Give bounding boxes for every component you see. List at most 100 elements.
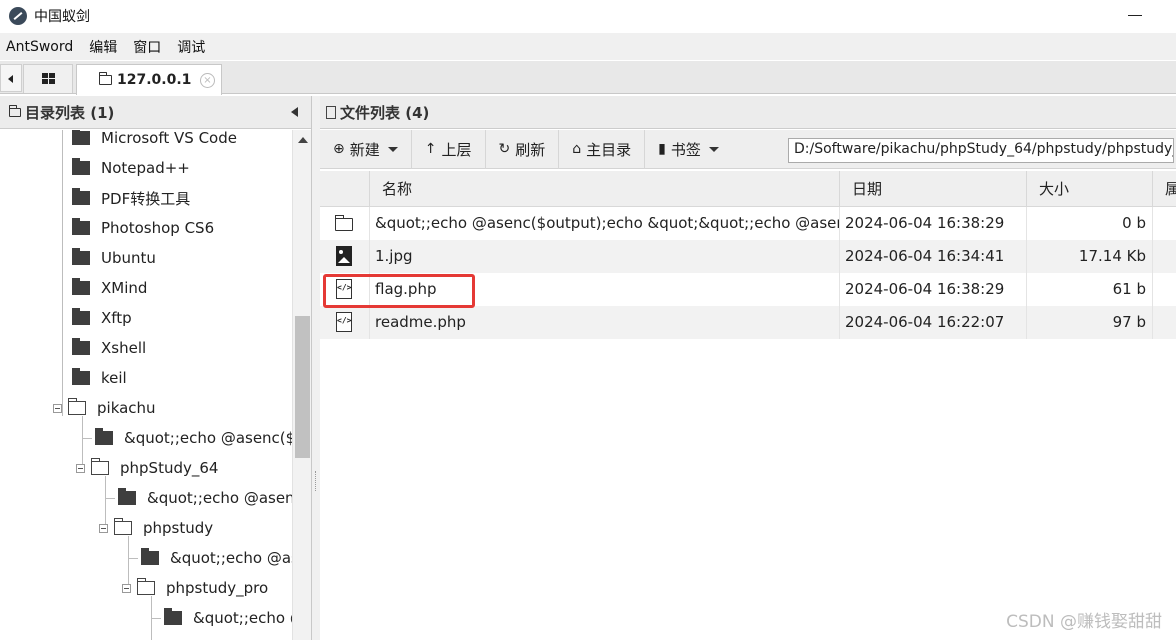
tree-item[interactable]: Photoshop CS6 (72, 213, 214, 243)
up-button[interactable]: ↑ 上层 (412, 129, 486, 169)
new-button-label: 新建 (349, 140, 380, 159)
tab-scroll-left-button[interactable] (0, 64, 22, 92)
tree-item-label: &quot;;echo @asenc($output);echo &quot;&… (170, 549, 292, 567)
menu-bar: AntSword 编辑 窗口 调试 (0, 33, 1176, 60)
folder-icon (72, 308, 90, 325)
tree-scrollbar[interactable] (292, 130, 311, 640)
new-button[interactable]: ⊕ 新建 (320, 129, 412, 169)
close-icon[interactable]: × (200, 73, 215, 88)
directory-tree: Microsoft VS Code Notepad++ PDF转换工具 Phot… (0, 130, 292, 640)
tree-item[interactable]: pikachu (53, 393, 156, 423)
collapse-node-icon[interactable] (99, 523, 108, 533)
tree-item[interactable]: &quot;;echo @asenc($output);echo &quot;&… (164, 603, 292, 633)
folder-icon (118, 488, 136, 505)
menu-debug[interactable]: 调试 (171, 37, 211, 57)
directory-panel-header: 目录列表 (1) (0, 96, 311, 129)
tab-home[interactable] (23, 64, 73, 93)
tab-shell-session[interactable]: 127.0.0.1 × (76, 64, 222, 95)
tree-item-label: Notepad++ (101, 159, 190, 177)
tree-item[interactable]: phpStudy_64 (76, 453, 218, 483)
tab-bar: 127.0.0.1 × (0, 61, 1176, 95)
tree-item[interactable]: keil (72, 363, 127, 393)
collapse-node-icon[interactable] (53, 403, 62, 413)
folder-open-icon (114, 518, 132, 535)
bookmark-icon: ▮ (658, 141, 666, 157)
plus-circle-icon: ⊕ (333, 141, 345, 157)
folder-icon (164, 608, 182, 625)
tree-item[interactable]: Microsoft VS Code (72, 130, 237, 153)
tree-item[interactable]: Xshell (72, 333, 146, 363)
code-file-icon: </> (336, 279, 352, 299)
scroll-up-icon[interactable] (298, 137, 308, 143)
minimize-button[interactable] (1124, 4, 1146, 26)
tree-item-label: &quot;;echo @asenc($output);echo &quot;&… (147, 489, 292, 507)
folder-icon (72, 130, 90, 145)
folder-icon (335, 215, 353, 231)
folder-icon (9, 104, 21, 117)
tree-item-label: pikachu (97, 399, 156, 417)
tree-item[interactable]: PDF转换工具 (72, 183, 190, 213)
file-row[interactable]: &quot;;echo @asenc($output);echo &quot;&… (320, 207, 1176, 240)
column-header-perm[interactable]: 属 (1153, 171, 1176, 207)
collapse-node-icon[interactable] (76, 463, 85, 473)
path-input[interactable]: D:/Software/pikachu/phpStudy_64/phpstudy… (788, 138, 1174, 163)
menu-window[interactable]: 窗口 (127, 37, 167, 57)
tab-label: 127.0.0.1 (117, 72, 192, 88)
file-size: 61 b (1027, 273, 1153, 306)
folder-icon (72, 248, 90, 265)
collapse-left-icon[interactable] (291, 107, 299, 117)
tree-item-label: Photoshop CS6 (101, 219, 215, 237)
window-title: 中国蚁剑 (34, 9, 90, 25)
panel-splitter[interactable] (312, 96, 320, 640)
tree-item[interactable]: Xftp (72, 303, 132, 333)
menu-antsword[interactable]: AntSword (0, 39, 79, 55)
column-header-name[interactable]: 名称 (370, 171, 840, 207)
file-row[interactable]: </> readme.php 2024-06-04 16:22:07 97 b (320, 306, 1176, 339)
chevron-down-icon (708, 146, 719, 152)
watermark: CSDN @赚钱娶甜甜 (1006, 612, 1162, 632)
tree-item-label: Ubuntu (101, 249, 156, 267)
file-row[interactable]: 1.jpg 2024-06-04 16:34:41 17.14 Kb (320, 240, 1176, 273)
tree-item[interactable]: Notepad++ (72, 153, 190, 183)
file-size: 97 b (1027, 306, 1153, 339)
up-button-label: 上层 (441, 140, 472, 159)
tree-item-label: XMind (101, 279, 148, 297)
folder-open-icon (68, 398, 86, 415)
bookmark-button-label: 书签 (670, 140, 701, 159)
grid-header: 名称 日期 大小 属 (320, 171, 1176, 207)
file-name: flag.php (370, 273, 840, 306)
scrollbar-thumb[interactable] (295, 316, 310, 458)
tree-item[interactable]: &quot;;echo @asenc($output);echo &quot;&… (141, 543, 292, 573)
file-icon (326, 105, 336, 119)
tree-item[interactable]: &quot;;echo @asenc($output);echo &quot;&… (95, 423, 292, 453)
tree-item[interactable]: &quot;;echo @asenc($output);echo &quot;&… (118, 483, 292, 513)
file-size: 17.14 Kb (1027, 240, 1153, 273)
column-header-date[interactable]: 日期 (840, 171, 1027, 207)
bookmark-button[interactable]: ▮ 书签 (645, 130, 732, 169)
refresh-button[interactable]: ↻ 刷新 (486, 129, 560, 169)
tree-item-label: PDF转换工具 (101, 189, 191, 208)
home-button[interactable]: ⌂ 主目录 (559, 129, 646, 169)
file-list-title: 文件列表 (4) (340, 103, 430, 122)
column-header-size[interactable]: 大小 (1027, 171, 1153, 207)
tree-item-label: phpstudy_pro (166, 579, 269, 597)
arrow-up-icon: ↑ (424, 141, 437, 157)
tree-item-label: &quot;;echo @asenc($output);echo &quot;&… (193, 609, 292, 627)
file-name: readme.php (370, 306, 840, 339)
icon-column-header (320, 171, 370, 207)
menu-edit[interactable]: 编辑 (83, 37, 123, 57)
file-date: 2024-06-04 16:22:07 (840, 306, 1027, 339)
tree-item-label: phpstudy (143, 519, 214, 537)
folder-icon (141, 548, 159, 565)
tree-item[interactable]: Ubuntu (72, 243, 156, 273)
directory-panel: 目录列表 (1) Microsoft VS Code Notepad++ PDF… (0, 96, 312, 640)
tree-item[interactable]: phpstudy (99, 513, 213, 543)
collapse-node-icon[interactable] (122, 583, 131, 593)
tree-item[interactable]: phpstudy_pro (122, 573, 268, 603)
file-row[interactable]: </> flag.php 2024-06-04 16:38:29 61 b (320, 273, 1176, 306)
chevron-down-icon (387, 146, 398, 152)
file-date: 2024-06-04 16:38:29 (840, 207, 1027, 240)
tree-item[interactable]: XMind (72, 273, 147, 303)
folder-icon (99, 72, 112, 85)
title-bar: 中国蚁剑 (0, 0, 1176, 32)
